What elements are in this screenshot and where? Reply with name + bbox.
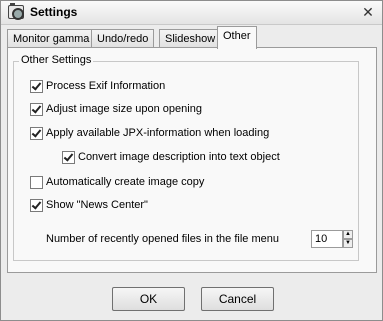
option-label: Convert image description into text obje… bbox=[78, 151, 280, 163]
settings-dialog: Settings ✕ Monitor gamma Undo/redo Slide… bbox=[0, 0, 383, 321]
ok-button[interactable]: OK bbox=[112, 287, 185, 311]
checkbox[interactable] bbox=[30, 80, 43, 93]
cancel-button[interactable]: Cancel bbox=[201, 287, 274, 311]
tab-undo-redo[interactable]: Undo/redo bbox=[91, 29, 155, 48]
title-bar[interactable]: Settings ✕ bbox=[1, 1, 382, 25]
tab-other[interactable]: Other bbox=[217, 26, 257, 49]
tab-slideshow[interactable]: Slideshow bbox=[159, 29, 222, 48]
checkbox[interactable] bbox=[30, 176, 43, 189]
tab-monitor-gamma[interactable]: Monitor gamma bbox=[7, 29, 96, 48]
checkbox[interactable] bbox=[30, 127, 43, 140]
spin-down-icon[interactable]: ▼ bbox=[343, 239, 353, 248]
checkmark-icon bbox=[31, 127, 42, 138]
window-title: Settings bbox=[30, 5, 78, 19]
checkmark-icon bbox=[31, 103, 42, 114]
checkbox[interactable] bbox=[62, 151, 75, 164]
recent-files-input[interactable]: 10 bbox=[311, 230, 343, 248]
checkmark-icon bbox=[31, 199, 42, 210]
checkbox[interactable] bbox=[30, 199, 43, 212]
recent-files-spinner: ▲ ▼ bbox=[343, 230, 353, 248]
option-label: Automatically create image copy bbox=[46, 176, 205, 188]
spin-up-icon[interactable]: ▲ bbox=[343, 230, 353, 239]
close-button[interactable]: ✕ bbox=[359, 4, 377, 21]
camera-icon bbox=[8, 3, 24, 20]
checkbox[interactable] bbox=[30, 103, 43, 116]
checkmark-icon bbox=[63, 151, 74, 162]
option-label: Adjust image size upon opening bbox=[46, 103, 202, 115]
option-label: Process Exif Information bbox=[46, 80, 166, 92]
group-legend: Other Settings bbox=[19, 54, 94, 66]
recent-files-label: Number of recently opened files in the f… bbox=[46, 233, 279, 245]
option-label: Apply available JPX-information when loa… bbox=[46, 127, 270, 139]
checkmark-icon bbox=[31, 80, 42, 91]
option-label: Show "News Center" bbox=[46, 199, 148, 211]
